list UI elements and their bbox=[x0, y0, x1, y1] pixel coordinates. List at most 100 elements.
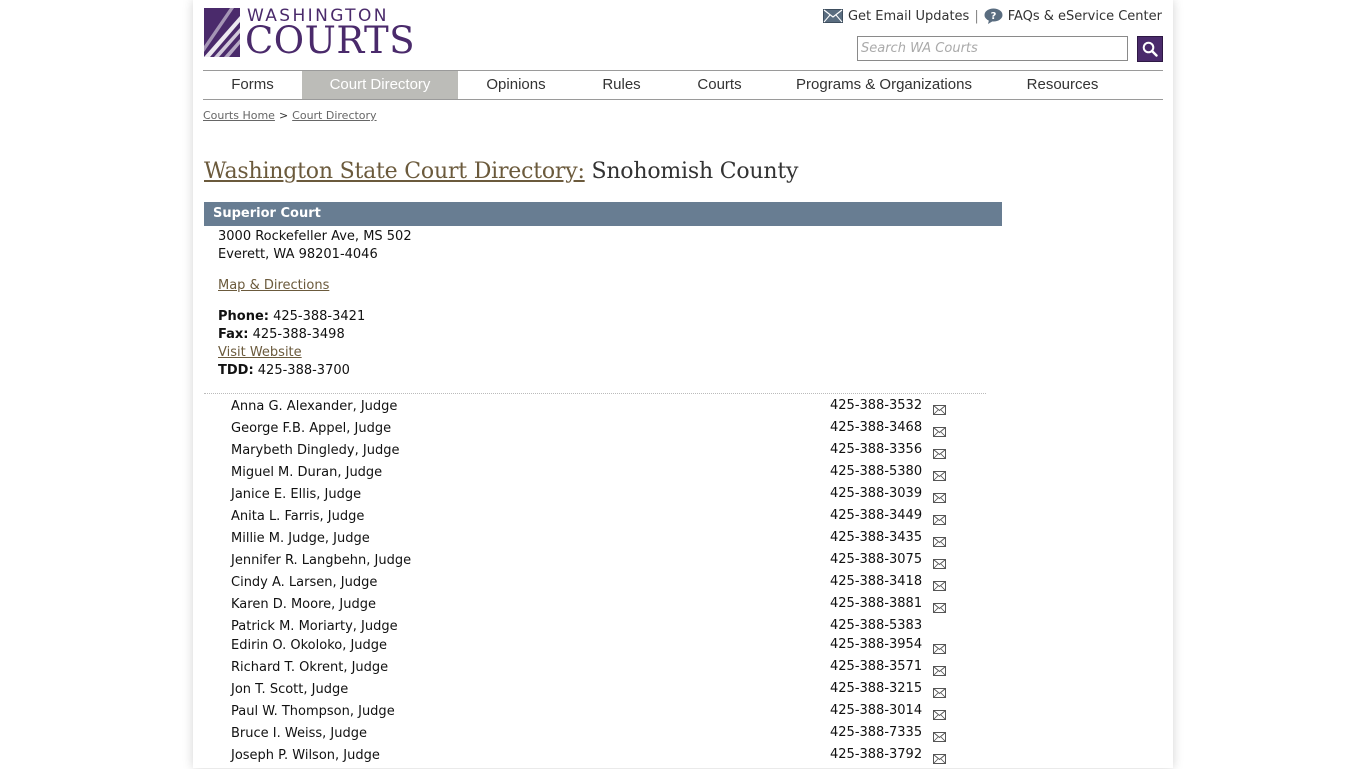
judge-row: Miguel M. Duran, Judge 425-388-5380 bbox=[231, 464, 951, 486]
judge-name: Millie M. Judge, Judge bbox=[231, 531, 370, 546]
email-judge-icon[interactable] bbox=[933, 558, 946, 569]
judge-row: Bruce I. Weiss, Judge 425-388-7335 bbox=[231, 725, 951, 747]
judge-row: Paul W. Thompson, Judge 425-388-3014 bbox=[231, 703, 951, 725]
judge-phone: 425-388-3039 bbox=[830, 486, 923, 501]
breadcrumb-courts-home[interactable]: Courts Home bbox=[203, 109, 275, 122]
washington-courts-logo[interactable]: WASHINGTON COURTS bbox=[204, 8, 415, 60]
fax-line: Fax: 425-388-3498 bbox=[218, 326, 412, 344]
judge-row: George F.B. Appel, Judge 425-388-3468 bbox=[231, 420, 951, 442]
email-updates-label: Get Email Updates bbox=[847, 8, 970, 24]
search-icon bbox=[1142, 41, 1158, 57]
email-judge-icon[interactable] bbox=[933, 580, 946, 591]
map-directions-link[interactable]: Map & Directions bbox=[218, 278, 329, 293]
judge-phone: 425-388-3075 bbox=[830, 552, 923, 567]
nav-courts[interactable]: Courts bbox=[669, 71, 770, 99]
email-judge-icon[interactable] bbox=[933, 448, 946, 459]
email-updates-link[interactable]: Get Email Updates bbox=[822, 8, 970, 24]
judge-name: Anna G. Alexander, Judge bbox=[231, 399, 398, 414]
judge-phone: 425-388-3418 bbox=[830, 574, 923, 589]
tdd-value: 425-388-3700 bbox=[253, 363, 350, 378]
phone-value: 425-388-3421 bbox=[268, 309, 366, 324]
directory-title-link[interactable]: Washington State Court Directory: bbox=[204, 159, 585, 184]
nav-opinions[interactable]: Opinions bbox=[458, 71, 574, 99]
page-container: WASHINGTON COURTS Get Email Updates | ? … bbox=[193, 0, 1173, 768]
court-section-header: Superior Court bbox=[204, 202, 1002, 226]
judge-name: George F.B. Appel, Judge bbox=[231, 421, 392, 436]
nav-rules[interactable]: Rules bbox=[574, 71, 669, 99]
judge-row: Marybeth Dingledy, Judge 425-388-3356 bbox=[231, 442, 951, 464]
email-judge-icon[interactable] bbox=[933, 643, 946, 654]
link-separator: | bbox=[974, 8, 979, 24]
email-judge-icon[interactable] bbox=[933, 687, 946, 698]
judge-name: Joseph P. Wilson, Judge bbox=[231, 748, 380, 763]
section-divider bbox=[204, 393, 986, 394]
fax-value: 425-388-3498 bbox=[248, 327, 345, 342]
judge-phone: 425-388-3881 bbox=[830, 596, 923, 611]
judge-name: Jon T. Scott, Judge bbox=[231, 682, 349, 697]
judge-row: Janice E. Ellis, Judge 425-388-3039 bbox=[231, 486, 951, 508]
visit-website-link[interactable]: Visit Website bbox=[218, 345, 302, 360]
judge-phone: 425-388-3356 bbox=[830, 442, 923, 457]
envelope-icon bbox=[822, 9, 843, 23]
page-title: Washington State Court Directory: Snohom… bbox=[204, 159, 798, 184]
email-judge-icon[interactable] bbox=[933, 404, 946, 415]
email-judge-icon[interactable] bbox=[933, 536, 946, 547]
judge-name: Richard T. Okrent, Judge bbox=[231, 660, 389, 675]
faqs-label: FAQs & eService Center bbox=[1007, 8, 1162, 24]
email-judge-icon[interactable] bbox=[933, 426, 946, 437]
nav-court-directory[interactable]: Court Directory bbox=[302, 71, 458, 99]
judge-phone: 425-388-7335 bbox=[830, 725, 923, 740]
phone-line: Phone: 425-388-3421 bbox=[218, 308, 412, 326]
judge-row: Jennifer R. Langbehn, Judge 425-388-3075 bbox=[231, 552, 951, 574]
email-judge-icon[interactable] bbox=[933, 731, 946, 742]
logo-mark-icon bbox=[204, 8, 240, 57]
nav-programs-organizations[interactable]: Programs & Organizations bbox=[770, 71, 998, 99]
email-judge-icon[interactable] bbox=[933, 665, 946, 676]
judge-name: Edirin O. Okoloko, Judge bbox=[231, 638, 388, 653]
utility-links: Get Email Updates | ? FAQs & eService Ce… bbox=[822, 7, 1162, 25]
phone-label: Phone: bbox=[218, 309, 269, 324]
judge-row: Jon T. Scott, Judge 425-388-3215 bbox=[231, 681, 951, 703]
tdd-label: TDD: bbox=[218, 363, 254, 378]
judge-row: Anna G. Alexander, Judge 425-388-3532 bbox=[231, 398, 951, 420]
nav-forms[interactable]: Forms bbox=[203, 71, 302, 99]
judge-phone: 425-388-3532 bbox=[830, 398, 923, 413]
breadcrumb-court-directory[interactable]: Court Directory bbox=[292, 109, 376, 122]
email-judge-icon[interactable] bbox=[933, 709, 946, 720]
judge-name: Janice E. Ellis, Judge bbox=[231, 487, 362, 502]
email-judge-icon[interactable] bbox=[933, 602, 946, 613]
judge-name: Marybeth Dingledy, Judge bbox=[231, 443, 400, 458]
judge-phone: 425-388-3571 bbox=[830, 659, 923, 674]
judge-phone: 425-388-3449 bbox=[830, 508, 923, 523]
judge-phone: 425-388-3954 bbox=[830, 637, 923, 652]
email-judge-icon[interactable] bbox=[933, 470, 946, 481]
faqs-link[interactable]: ? FAQs & eService Center bbox=[984, 8, 1162, 24]
judge-row: Richard T. Okrent, Judge 425-388-3571 bbox=[231, 659, 951, 681]
judge-phone: 425-388-3435 bbox=[830, 530, 923, 545]
judge-row: Millie M. Judge, Judge 425-388-3435 bbox=[231, 530, 951, 552]
tdd-line: TDD: 425-388-3700 bbox=[218, 362, 412, 380]
judge-name: Paul W. Thompson, Judge bbox=[231, 704, 395, 719]
judge-phone: 425-388-3215 bbox=[830, 681, 923, 696]
search-button[interactable] bbox=[1137, 36, 1163, 62]
judge-row: Cindy A. Larsen, Judge 425-388-3418 bbox=[231, 574, 951, 596]
judge-row: Anita L. Farris, Judge 425-388-3449 bbox=[231, 508, 951, 530]
judge-row: Joseph P. Wilson, Judge 425-388-3792 bbox=[231, 747, 951, 769]
search-input[interactable] bbox=[857, 36, 1128, 61]
help-bubble-icon: ? bbox=[984, 8, 1003, 24]
breadcrumb: Courts Home > Court Directory bbox=[203, 109, 377, 122]
email-judge-icon[interactable] bbox=[933, 514, 946, 525]
fax-label: Fax: bbox=[218, 327, 249, 342]
email-judge-icon[interactable] bbox=[933, 753, 946, 764]
judge-name: Cindy A. Larsen, Judge bbox=[231, 575, 378, 590]
address-line-2: Everett, WA 98201-4046 bbox=[218, 247, 378, 262]
judge-name: Miguel M. Duran, Judge bbox=[231, 465, 383, 480]
judge-phone: 425-388-3792 bbox=[830, 747, 923, 762]
court-contact-info: 3000 Rockefeller Ave, MS 502 Everett, WA… bbox=[218, 228, 412, 380]
email-judge-icon[interactable] bbox=[933, 492, 946, 503]
judge-name: Patrick M. Moriarty, Judge bbox=[231, 619, 398, 634]
judge-row: Edirin O. Okoloko, Judge 425-388-3954 bbox=[231, 637, 951, 659]
nav-resources[interactable]: Resources bbox=[998, 71, 1127, 99]
main-navigation: Forms Court Directory Opinions Rules Cou… bbox=[203, 70, 1163, 100]
svg-text:?: ? bbox=[990, 11, 996, 22]
